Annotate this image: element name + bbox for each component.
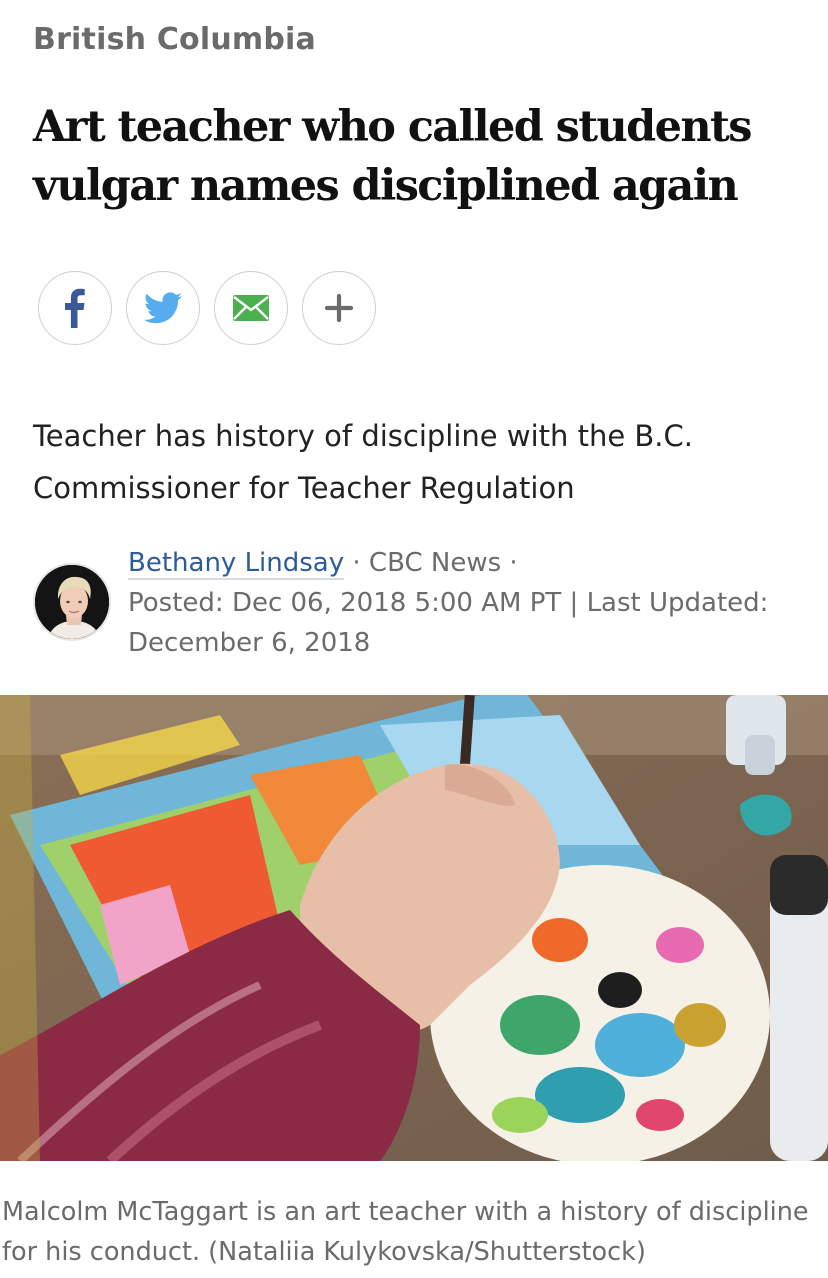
author-avatar[interactable] bbox=[33, 563, 111, 641]
image-caption: Malcolm McTaggart is an art teacher with… bbox=[2, 1197, 809, 1267]
date-pipe: | bbox=[561, 588, 587, 618]
byline-author-line: Bethany Lindsay · CBC News · bbox=[128, 543, 818, 583]
twitter-icon bbox=[144, 292, 182, 324]
author-photo bbox=[35, 565, 109, 639]
article-deck: Teacher has history of discipline with t… bbox=[33, 419, 693, 505]
author-link[interactable]: Bethany Lindsay bbox=[128, 548, 345, 580]
updated-label: Last Updated: bbox=[586, 588, 769, 618]
share-email-button[interactable] bbox=[214, 271, 288, 345]
share-twitter-button[interactable] bbox=[126, 271, 200, 345]
plus-icon bbox=[324, 293, 354, 323]
outlet-name: CBC News bbox=[368, 548, 502, 578]
facebook-icon bbox=[65, 288, 85, 328]
painting-photo bbox=[0, 695, 828, 1161]
share-buttons bbox=[38, 271, 390, 345]
share-facebook-button[interactable] bbox=[38, 271, 112, 345]
posted-label: Posted: bbox=[128, 588, 232, 618]
byline-separator: · bbox=[344, 548, 369, 578]
section-label[interactable]: British Columbia bbox=[33, 22, 316, 57]
email-icon bbox=[233, 295, 269, 321]
article-headline: Art teacher who called students vulgar n… bbox=[33, 102, 753, 211]
byline-dates: Posted: Dec 06, 2018 5:00 AM PT | Last U… bbox=[128, 583, 818, 663]
posted-date: Dec 06, 2018 5:00 AM PT bbox=[231, 588, 562, 618]
hero-image[interactable] bbox=[0, 695, 828, 1161]
share-more-button[interactable] bbox=[302, 271, 376, 345]
updated-date: December 6, 2018 bbox=[128, 628, 371, 658]
byline: Bethany Lindsay · CBC News · Posted: Dec… bbox=[128, 543, 818, 663]
byline-separator-trailing: · bbox=[501, 548, 518, 578]
